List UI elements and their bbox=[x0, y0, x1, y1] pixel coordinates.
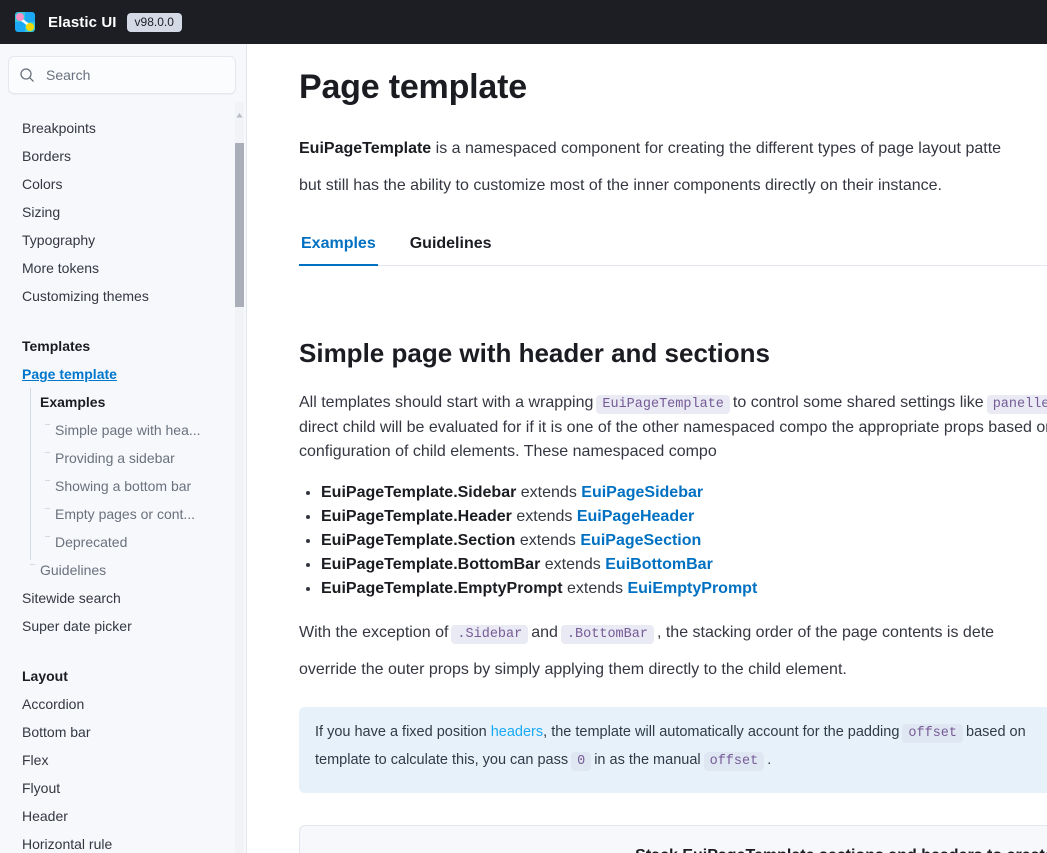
list-item: EuiPageTemplate.Sidebar extends EuiPageS… bbox=[321, 481, 1047, 505]
tabs-bar: Examples Guidelines bbox=[299, 227, 1047, 266]
component-link[interactable]: EuiPageSidebar bbox=[581, 484, 703, 501]
sidebar-scrollbar-thumb[interactable] bbox=[235, 143, 244, 307]
tab-guidelines[interactable]: Guidelines bbox=[408, 227, 494, 266]
code-zero: 0 bbox=[571, 751, 592, 771]
page-title: Page template bbox=[299, 68, 527, 106]
sidebar-item-super-date-picker[interactable]: Super date picker bbox=[0, 612, 246, 640]
exception-text-2: and bbox=[531, 624, 558, 642]
search-box[interactable] bbox=[8, 56, 236, 94]
intro-paragraph-line2: but still has the ability to customize m… bbox=[299, 176, 942, 194]
namespaced-components-list: EuiPageTemplate.Sidebar extends EuiPageS… bbox=[299, 481, 1047, 601]
sidebar-item-borders[interactable]: Borders bbox=[0, 142, 246, 170]
sidebar-item-empty-pages-or-content[interactable]: Empty pages or cont... bbox=[0, 496, 246, 532]
list-item: EuiPageTemplate.Section extends EuiPageS… bbox=[321, 529, 1047, 553]
sidebar-search-wrapper bbox=[0, 44, 246, 102]
code-offset-2: offset bbox=[703, 751, 765, 771]
callout-text-3: based on bbox=[966, 723, 1026, 740]
app-header: Elastic UI v98.0.0 bbox=[0, 0, 1047, 44]
code-sidebar: .Sidebar bbox=[451, 625, 529, 645]
sidebar-item-more-tokens[interactable]: More tokens bbox=[0, 254, 246, 282]
component-name: EuiPageTemplate.Header bbox=[321, 508, 512, 526]
callout-l2-text-2: in as the manual bbox=[594, 751, 701, 768]
extends-verb: extends bbox=[519, 532, 576, 550]
code-offset: offset bbox=[902, 723, 964, 743]
exception-paragraph: With the exception of .Sidebar and .BottomB… bbox=[299, 621, 1047, 646]
intro-component-name: EuiPageTemplate bbox=[299, 140, 432, 157]
info-callout: If you have a fixed position headers, th… bbox=[299, 706, 1047, 793]
section-text-2: to control some shared settings like bbox=[732, 393, 984, 411]
component-name: EuiPageTemplate.BottomBar bbox=[321, 556, 541, 574]
section-paragraph: All templates should start with a wrappi… bbox=[299, 391, 1047, 466]
sidebar-item-bottom-bar[interactable]: Bottom bar bbox=[0, 718, 246, 746]
component-link[interactable]: EuiEmptyPrompt bbox=[627, 580, 757, 597]
component-link[interactable]: EuiPageSection bbox=[580, 532, 701, 549]
main-content: Page template EuiPageTemplate is a names… bbox=[247, 44, 1047, 853]
elastic-ui-logo-icon[interactable] bbox=[12, 9, 38, 35]
code-eui-page-template: EuiPageTemplate bbox=[596, 394, 730, 414]
section-title: Simple page with header and sections bbox=[299, 337, 771, 368]
sidebar-item-guidelines[interactable]: Guidelines bbox=[0, 556, 246, 584]
tab-examples[interactable]: Examples bbox=[299, 227, 378, 266]
demo-panel-header: Stack EuiPageTemplate sections and heade… bbox=[300, 826, 1047, 853]
sidebar-group-templates: Templates bbox=[22, 338, 91, 354]
sidebar-item-horizontal-rule[interactable]: Horizontal rule bbox=[0, 830, 246, 853]
demo-preview-panel: Stack EuiPageTemplate sections and heade… bbox=[299, 824, 1047, 853]
search-input[interactable] bbox=[44, 66, 225, 84]
sidebar-item-providing-a-sidebar[interactable]: Providing a sidebar bbox=[0, 440, 246, 476]
code-panelled: panelled bbox=[986, 394, 1047, 414]
callout-l2-text-3: . bbox=[767, 751, 772, 768]
brand-title: Elastic UI bbox=[48, 13, 117, 31]
list-item: EuiPageTemplate.EmptyPrompt extends EuiE… bbox=[321, 577, 1047, 601]
sidebar-item-breakpoints[interactable]: Breakpoints bbox=[0, 114, 246, 142]
sidebar-item-accordion[interactable]: Accordion bbox=[0, 690, 246, 718]
sidebar-item-colors[interactable]: Colors bbox=[0, 170, 246, 198]
intro-paragraph: EuiPageTemplate is a namespaced componen… bbox=[299, 137, 1047, 162]
sidebar-item-page-template[interactable]: Page template bbox=[0, 360, 246, 388]
list-item: EuiPageTemplate.BottomBar extends EuiBot… bbox=[321, 553, 1047, 577]
extends-verb: extends bbox=[520, 484, 577, 502]
search-icon bbox=[19, 67, 35, 83]
component-name: EuiPageTemplate.EmptyPrompt bbox=[321, 580, 563, 598]
callout-text-2: , the template will automatically accoun… bbox=[543, 723, 900, 740]
sidebar-item-sizing[interactable]: Sizing bbox=[0, 198, 246, 226]
sidebar-group-layout: Layout bbox=[22, 668, 68, 684]
code-bottombar: .BottomBar bbox=[560, 625, 654, 645]
content-inner: Page template EuiPageTemplate is a names… bbox=[247, 44, 1047, 853]
callout-line-2: template to calculate this, you can pass… bbox=[315, 749, 1047, 773]
version-badge[interactable]: v98.0.0 bbox=[126, 12, 182, 32]
sidebar-item-showing-a-bottom-bar[interactable]: Showing a bottom bar bbox=[0, 468, 246, 504]
exception-text-1: With the exception of bbox=[299, 624, 449, 642]
intro-text-rest: is a namespaced component for creating t… bbox=[431, 140, 1002, 157]
sidebar-nav-scroll-area: Breakpoints Borders Colors Sizing Typogr… bbox=[0, 102, 246, 853]
exception-text-3: , the stacking order of the page content… bbox=[656, 624, 995, 642]
section-text-1: All templates should start with a wrappi… bbox=[299, 393, 594, 411]
sidebar-nav-list: Breakpoints Borders Colors Sizing Typogr… bbox=[0, 102, 246, 853]
callout-line-1: If you have a fixed position headers, th… bbox=[315, 721, 1047, 745]
sidebar-item-flex[interactable]: Flex bbox=[0, 746, 246, 774]
extends-verb: extends bbox=[516, 508, 573, 526]
sidebar-item-deprecated[interactable]: Deprecated bbox=[0, 524, 246, 560]
callout-l2-text-1: template to calculate this, you can pass bbox=[315, 751, 569, 768]
sidebar: Breakpoints Borders Colors Sizing Typogr… bbox=[0, 44, 247, 853]
component-link[interactable]: EuiBottomBar bbox=[605, 556, 713, 573]
sidebar-item-customizing-themes[interactable]: Customizing themes bbox=[0, 282, 246, 310]
sidebar-subgroup-examples[interactable]: Examples bbox=[0, 388, 246, 420]
headers-link[interactable]: headers bbox=[491, 724, 543, 740]
component-name: EuiPageTemplate.Section bbox=[321, 532, 516, 550]
exception-paragraph-line2: override the outer props by simply apply… bbox=[299, 661, 847, 679]
component-link[interactable]: EuiPageHeader bbox=[577, 508, 694, 525]
component-name: EuiPageTemplate.Sidebar bbox=[321, 484, 517, 502]
sidebar-item-header[interactable]: Header bbox=[0, 802, 246, 830]
sidebar-item-typography[interactable]: Typography bbox=[0, 226, 246, 254]
sidebar-item-simple-page-with-header[interactable]: Simple page with hea... bbox=[0, 412, 246, 448]
extends-verb: extends bbox=[566, 580, 624, 598]
list-item: EuiPageTemplate.Header extends EuiPageHe… bbox=[321, 505, 1047, 529]
sidebar-item-flyout[interactable]: Flyout bbox=[0, 774, 246, 802]
callout-text-1: If you have a fixed position bbox=[315, 723, 487, 740]
sidebar-item-sitewide-search[interactable]: Sitewide search bbox=[0, 584, 246, 612]
extends-verb: extends bbox=[544, 556, 601, 574]
scroll-up-arrow-icon[interactable] bbox=[236, 106, 243, 118]
